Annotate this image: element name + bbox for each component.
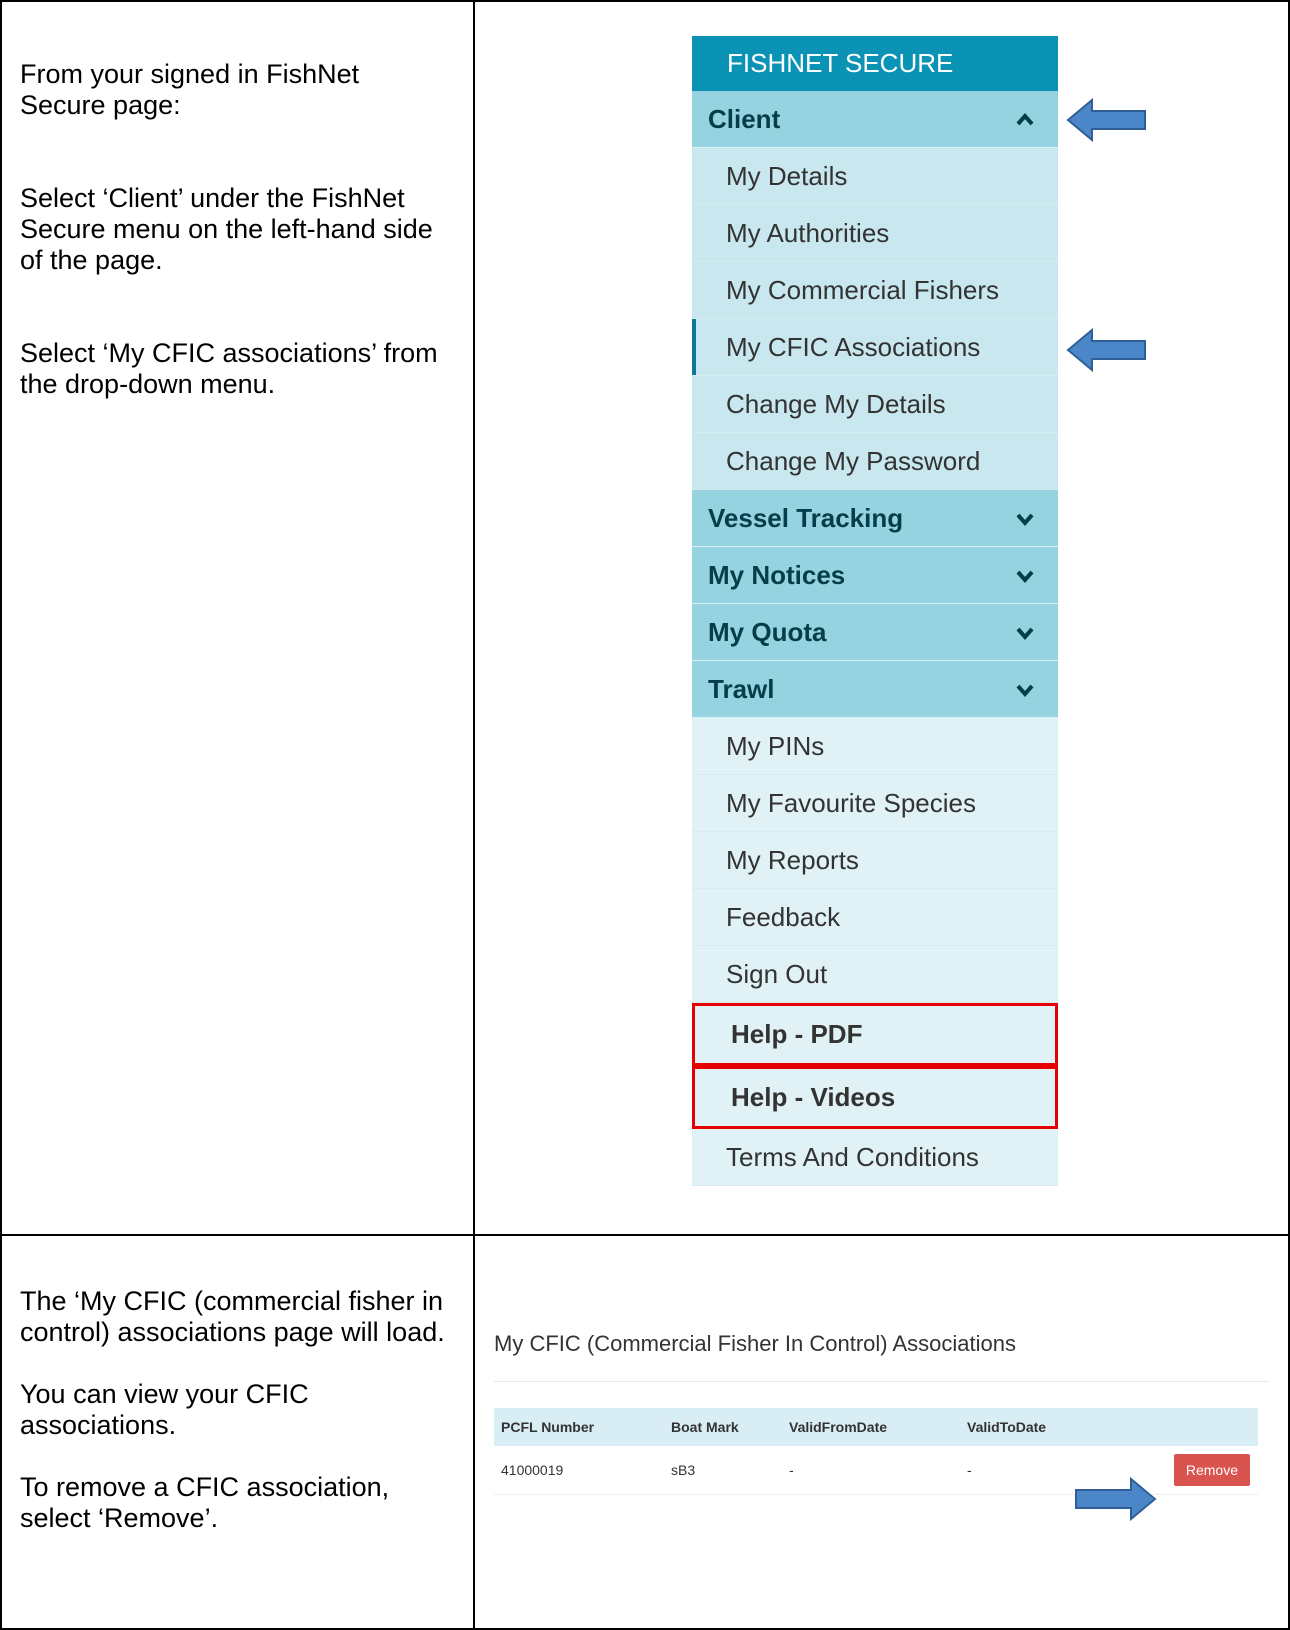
instructions-row-1: From your signed in FishNet Secure page:… — [20, 59, 450, 400]
menu-section-label: Vessel Tracking — [708, 503, 904, 533]
menu-section-my-quota[interactable]: My Quota — [692, 604, 1058, 661]
menu-section-label: My Notices — [708, 560, 846, 590]
menu-item-sign-out[interactable]: Sign Out — [692, 946, 1058, 1003]
menu-item-feedback[interactable]: Feedback — [692, 889, 1058, 946]
menu-section-vessel-tracking[interactable]: Vessel Tracking — [692, 490, 1058, 547]
menu-item-my-details[interactable]: My Details — [692, 148, 1058, 205]
column-header-boat-mark: Boat Mark — [664, 1408, 782, 1446]
menu-brand: FISHNET SECURE — [692, 36, 1058, 91]
column-header-actions — [1117, 1408, 1258, 1446]
menu-item-change-my-password[interactable]: Change My Password — [692, 433, 1058, 490]
cell-pcfl-number: 41000019 — [494, 1446, 664, 1495]
left-arrow-icon — [1066, 327, 1146, 373]
right-arrow-icon — [1075, 1476, 1157, 1522]
menu-item-my-authorities[interactable]: My Authorities — [692, 205, 1058, 262]
instruction-text: You can view your CFIC associations. — [20, 1379, 309, 1440]
cell-boat-mark: sB3 — [664, 1446, 782, 1495]
menu-item-my-cfic-associations[interactable]: My CFIC Associations — [692, 319, 1058, 376]
left-arrow-icon — [1066, 97, 1146, 143]
chevron-up-icon — [1016, 112, 1034, 126]
column-header-valid-from-date: ValidFromDate — [782, 1408, 960, 1446]
chevron-down-icon — [1016, 627, 1034, 641]
menu-section-label: Trawl — [708, 674, 775, 704]
menu-section-client[interactable]: Client — [692, 91, 1058, 148]
menu-item-help-pdf[interactable]: Help - PDF — [692, 1003, 1058, 1066]
menu-item-change-my-details[interactable]: Change My Details — [692, 376, 1058, 433]
table-column-divider — [473, 0, 475, 1630]
cell-valid-from-date: - — [782, 1446, 960, 1495]
chevron-down-icon — [1016, 570, 1034, 584]
menu-item-my-favourite-species[interactable]: My Favourite Species — [692, 775, 1058, 832]
column-header-pcfl-number: PCFL Number — [494, 1408, 664, 1446]
fishnet-secure-menu: FISHNET SECURE Client My Details My Auth… — [692, 36, 1058, 1186]
menu-section-my-notices[interactable]: My Notices — [692, 547, 1058, 604]
remove-button[interactable]: Remove — [1173, 1454, 1250, 1486]
menu-section-label: Client — [708, 104, 781, 134]
menu-item-my-pins[interactable]: My PINs — [692, 718, 1058, 775]
instruction-text: Select ‘Client’ under the FishNet Secure… — [20, 183, 433, 275]
instruction-text: From your signed in FishNet Secure page: — [20, 59, 360, 120]
chevron-down-icon — [1016, 684, 1034, 698]
column-header-valid-to-date: ValidToDate — [960, 1408, 1117, 1446]
menu-item-terms-and-conditions[interactable]: Terms And Conditions — [692, 1129, 1058, 1186]
instruction-text: The ‘My CFIC (commercial fisher in contr… — [20, 1286, 445, 1347]
instructions-row-2: The ‘My CFIC (commercial fisher in contr… — [20, 1286, 450, 1534]
table-border-top — [0, 0, 1290, 2]
table-header-row: PCFL Number Boat Mark ValidFromDate Vali… — [494, 1408, 1258, 1446]
page-title: My CFIC (Commercial Fisher In Control) A… — [494, 1331, 1017, 1356]
title-divider — [494, 1381, 1269, 1382]
instruction-text: To remove a CFIC association, select ‘Re… — [20, 1472, 390, 1533]
menu-section-label: My Quota — [708, 617, 827, 647]
menu-section-trawl[interactable]: Trawl — [692, 661, 1058, 718]
menu-item-help-videos[interactable]: Help - Videos — [692, 1066, 1058, 1129]
table-border-left — [0, 0, 2, 1630]
table-row-divider — [0, 1234, 1290, 1236]
menu-item-my-commercial-fishers[interactable]: My Commercial Fishers — [692, 262, 1058, 319]
chevron-down-icon — [1016, 513, 1034, 527]
instruction-text: Select ‘My CFIC associations’ from the d… — [20, 338, 438, 399]
menu-item-my-reports[interactable]: My Reports — [692, 832, 1058, 889]
